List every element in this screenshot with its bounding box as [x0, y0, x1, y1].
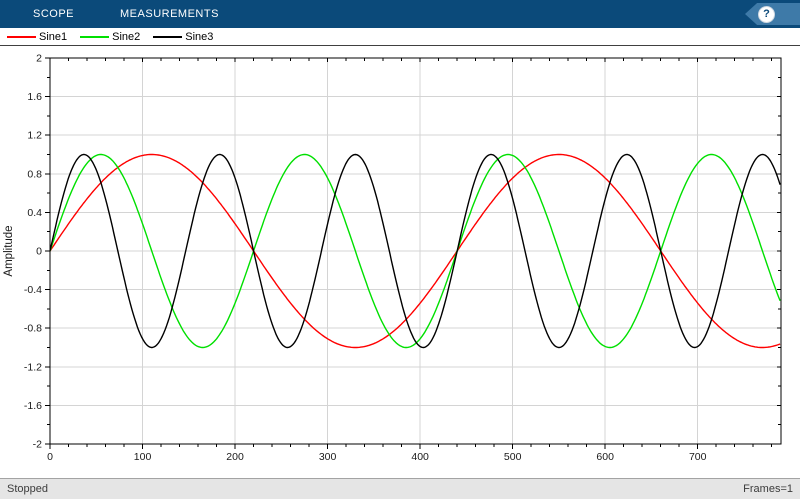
svg-text:100: 100 — [134, 451, 152, 463]
legend-item-sine1[interactable]: Sine1 — [7, 31, 67, 43]
status-text: Stopped — [7, 483, 48, 495]
svg-text:-2: -2 — [33, 439, 42, 451]
legend: Sine1 Sine2 Sine3 — [0, 28, 800, 46]
legend-item-sine3[interactable]: Sine3 — [153, 31, 213, 43]
svg-text:-1.2: -1.2 — [24, 361, 42, 373]
svg-text:600: 600 — [596, 451, 614, 463]
svg-text:300: 300 — [319, 451, 337, 463]
status-bar: Stopped Frames=1 — [0, 478, 800, 499]
toolstrip: SCOPE MEASUREMENTS ? — [0, 0, 800, 28]
svg-text:2: 2 — [36, 53, 42, 65]
svg-text:-0.8: -0.8 — [24, 323, 42, 335]
svg-text:1.6: 1.6 — [27, 91, 42, 103]
svg-text:700: 700 — [689, 451, 707, 463]
legend-swatch — [80, 36, 109, 38]
svg-text:200: 200 — [226, 451, 244, 463]
svg-text:400: 400 — [411, 451, 429, 463]
legend-swatch — [7, 36, 36, 38]
y-axis-label: Amplitude — [3, 225, 15, 276]
legend-label: Sine2 — [112, 31, 140, 43]
frames-counter: Frames=1 — [743, 483, 793, 495]
plot-panel: 0 100 200 300 400 500 600 700 -2 -1.6 -1.2 -0.8 -0.4… — [0, 46, 800, 478]
tab-scope[interactable]: SCOPE — [33, 0, 74, 28]
help-button[interactable]: ? — [745, 3, 800, 25]
svg-text:-0.4: -0.4 — [24, 284, 42, 296]
legend-swatch — [153, 36, 182, 38]
svg-text:0.8: 0.8 — [27, 168, 42, 180]
svg-text:0: 0 — [36, 246, 42, 258]
svg-text:-1.6: -1.6 — [24, 400, 42, 412]
svg-text:0.4: 0.4 — [27, 207, 42, 219]
legend-label: Sine1 — [39, 31, 67, 43]
svg-text:1.2: 1.2 — [27, 130, 42, 142]
question-icon: ? — [758, 6, 775, 23]
svg-text:0: 0 — [47, 451, 53, 463]
svg-text:500: 500 — [504, 451, 522, 463]
waveform-chart: 0 100 200 300 400 500 600 700 -2 -1.6 -1.2 -0.8 -0.4… — [0, 46, 800, 478]
tab-measurements[interactable]: MEASUREMENTS — [120, 0, 219, 28]
legend-label: Sine3 — [185, 31, 213, 43]
legend-item-sine2[interactable]: Sine2 — [80, 31, 140, 43]
